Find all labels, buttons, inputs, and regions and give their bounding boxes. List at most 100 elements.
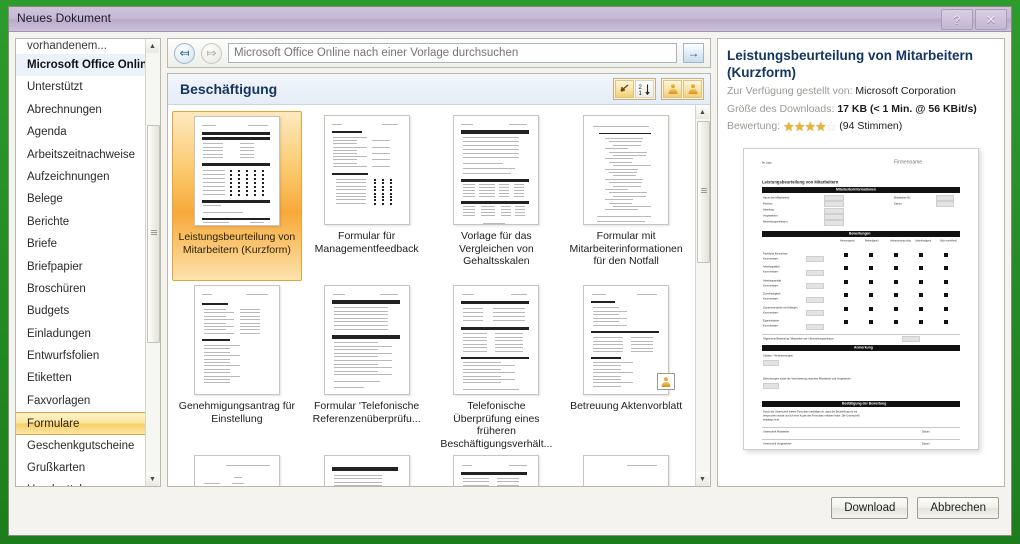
new-document-dialog: Neues Dokument ? ✕ vorhandenem... Micros… <box>8 6 1012 536</box>
template-caption: Vorlage für das Vergleichen von Gehaltss… <box>459 230 534 267</box>
template-thumbnail[interactable] <box>453 285 540 395</box>
sidebar-item-14[interactable]: Etiketten <box>16 367 146 389</box>
template-caption: Genehmigungsantrag für Einstellung <box>178 400 295 425</box>
sort-direction-button[interactable] <box>615 80 634 98</box>
title-bar[interactable]: Neues Dokument ? ✕ <box>9 7 1011 32</box>
size-label: Größe des Downloads: <box>727 102 835 115</box>
sidebar-item-7[interactable]: Berichte <box>16 211 146 233</box>
gallery-scroll-down-icon[interactable]: ▼ <box>696 472 709 486</box>
sidebar-item-12[interactable]: Einladungen <box>16 323 146 345</box>
sidebar-item-0[interactable]: Microsoft Office Online <box>16 54 146 77</box>
contributor-button[interactable] <box>663 80 682 98</box>
dialog-body: vorhandenem... Microsoft Office Online Un… <box>9 32 1011 487</box>
template-caption: Betreuung Aktenvorblatt <box>570 400 683 412</box>
forward-arrow-icon[interactable]: ⤇ <box>201 42 222 64</box>
sidebar-item-9[interactable]: Briefpapier <box>16 256 146 278</box>
sidebar-item-10[interactable]: Broschüren <box>16 278 146 300</box>
sidebar-item-6[interactable]: Belege <box>16 188 146 210</box>
category-list: vorhandenem... Microsoft Office Online Un… <box>16 39 146 486</box>
scroll-thumb-grip <box>150 230 157 236</box>
sort-alpha-button[interactable]: 2 1 <box>635 80 654 98</box>
contributor-badge-icon <box>657 373 675 390</box>
template-card-partial[interactable] <box>561 451 691 486</box>
cancel-button[interactable]: Abbrechen <box>917 497 999 519</box>
template-thumbnail[interactable] <box>323 285 410 395</box>
template-caption: Formular 'Telefonische Referenzenüberprü… <box>312 400 421 425</box>
sidebar-scrollbar[interactable]: ▲ ▼ <box>145 39 160 486</box>
rating-stars[interactable]: ★★★★☆ <box>783 119 837 136</box>
center-pane: ⤆ ⤇ → Beschäftigung <box>167 38 711 487</box>
star-icon: ★ <box>815 119 827 134</box>
gallery-scrollbar[interactable]: ▲ ▼ <box>695 105 710 486</box>
window-controls: ? ✕ <box>941 9 1007 30</box>
desktop-backdrop: Neues Dokument ? ✕ vorhandenem... Micros… <box>0 0 1020 544</box>
scroll-down-icon[interactable]: ▼ <box>146 472 159 486</box>
sidebar-item-5[interactable]: Aufzeichnungen <box>16 166 146 188</box>
sidebar-item-16[interactable]: Formulare <box>16 412 146 435</box>
window-title: Neues Dokument <box>17 11 112 25</box>
template-caption: Formular mit Mitarbeiterinformationen fü… <box>569 230 683 267</box>
back-arrow-icon[interactable]: ⤆ <box>174 42 195 64</box>
star-icon: ★ <box>793 119 806 134</box>
template-thumbnail[interactable] <box>193 285 280 395</box>
preview-provider-row: Zur Verfügung gestellt von: Microsoft Co… <box>727 84 995 99</box>
sidebar-item-13[interactable]: Entwurfsfolien <box>16 345 146 367</box>
sidebar-item-1[interactable]: Unterstützt <box>16 76 146 98</box>
preview-title: Leistungsbeurteilung von Mitarbeitern (K… <box>727 48 974 80</box>
search-field-wrapper <box>228 43 677 63</box>
preview-document-image: Ihr Logo Firmenname Leistungsbeurteilung v… <box>743 147 979 450</box>
template-card-partial[interactable] <box>302 451 432 486</box>
template-card[interactable]: Formular 'Telefonische Referenzenüberprü… <box>302 281 432 451</box>
contributor-search-button[interactable] <box>683 80 702 98</box>
gallery-scroll-up-icon[interactable]: ▲ <box>696 105 709 119</box>
sidebar-item-18[interactable]: Grußkarten <box>16 457 146 479</box>
template-caption: Leistungsbeurteilung von Mitarbeitern (K… <box>178 231 296 256</box>
template-card-partial[interactable] <box>172 451 302 486</box>
scroll-up-icon[interactable]: ▲ <box>146 39 159 53</box>
template-thumbnail[interactable] <box>453 455 540 486</box>
close-button[interactable]: ✕ <box>975 9 1007 30</box>
contributor-button-group <box>661 78 704 100</box>
size-value: 17 KB (< 1 Min. @ 56 KBit/s) <box>837 102 977 115</box>
template-card[interactable]: Betreuung Aktenvorblatt <box>561 281 691 451</box>
template-card[interactable]: Vorlage für das Vergleichen von Gehaltss… <box>432 111 562 281</box>
template-card[interactable]: Leistungsbeurteilung von Mitarbeitern (K… <box>172 111 302 281</box>
sidebar-item-partial-top[interactable]: vorhandenem... <box>16 41 146 54</box>
category-sidebar: vorhandenem... Microsoft Office Online Un… <box>15 38 161 487</box>
sidebar-item-4[interactable]: Arbeitszeitnachweise <box>16 144 146 166</box>
gallery-scroll-thumb-grip <box>700 188 707 194</box>
template-thumbnail[interactable] <box>583 455 670 486</box>
sidebar-item-19[interactable]: Handzettel <box>16 479 146 486</box>
sidebar-item-8[interactable]: Briefe <box>16 233 146 255</box>
help-button[interactable]: ? <box>941 9 973 30</box>
template-thumbnail[interactable] <box>193 455 280 486</box>
template-grid: Leistungsbeurteilung von Mitarbeitern (K… <box>168 105 695 486</box>
sidebar-scroll-thumb[interactable] <box>147 125 160 343</box>
navigation-bar: ⤆ ⤇ → <box>167 38 711 68</box>
rating-votes: (94 Stimmen) <box>839 120 903 132</box>
template-thumbnail[interactable] <box>323 115 410 225</box>
preview-rating-row: Bewertung: ★★★★☆ (94 Stimmen) <box>727 119 995 136</box>
template-thumbnail[interactable] <box>193 116 280 226</box>
template-thumbnail[interactable] <box>323 455 410 486</box>
search-input[interactable] <box>229 44 676 62</box>
template-card[interactable]: Telefonische Überprüfung eines früheren … <box>432 281 562 451</box>
sidebar-item-15[interactable]: Faxvorlagen <box>16 390 146 412</box>
template-thumbnail[interactable] <box>453 115 540 225</box>
rating-label: Bewertung: <box>727 120 781 132</box>
gallery-scroll-thumb[interactable] <box>697 121 710 263</box>
sidebar-item-3[interactable]: Agenda <box>16 121 146 143</box>
template-card[interactable]: Formular mit Mitarbeiterinformationen fü… <box>561 111 691 281</box>
template-card[interactable]: Formular für Managementfeedback <box>302 111 432 281</box>
search-submit-button[interactable]: → <box>683 43 704 63</box>
person-icon <box>668 84 677 94</box>
dialog-footer: Download Abbrechen <box>9 487 1011 535</box>
sidebar-item-17[interactable]: Geschenkgutscheine <box>16 435 146 457</box>
template-thumbnail[interactable] <box>583 115 670 225</box>
star-icon: ★ <box>804 119 816 134</box>
download-button[interactable]: Download <box>831 497 909 519</box>
template-card[interactable]: Genehmigungsantrag für Einstellung <box>172 281 302 451</box>
template-card-partial[interactable] <box>432 451 562 486</box>
sidebar-item-11[interactable]: Budgets <box>16 300 146 322</box>
sidebar-item-2[interactable]: Abrechnungen <box>16 99 146 121</box>
